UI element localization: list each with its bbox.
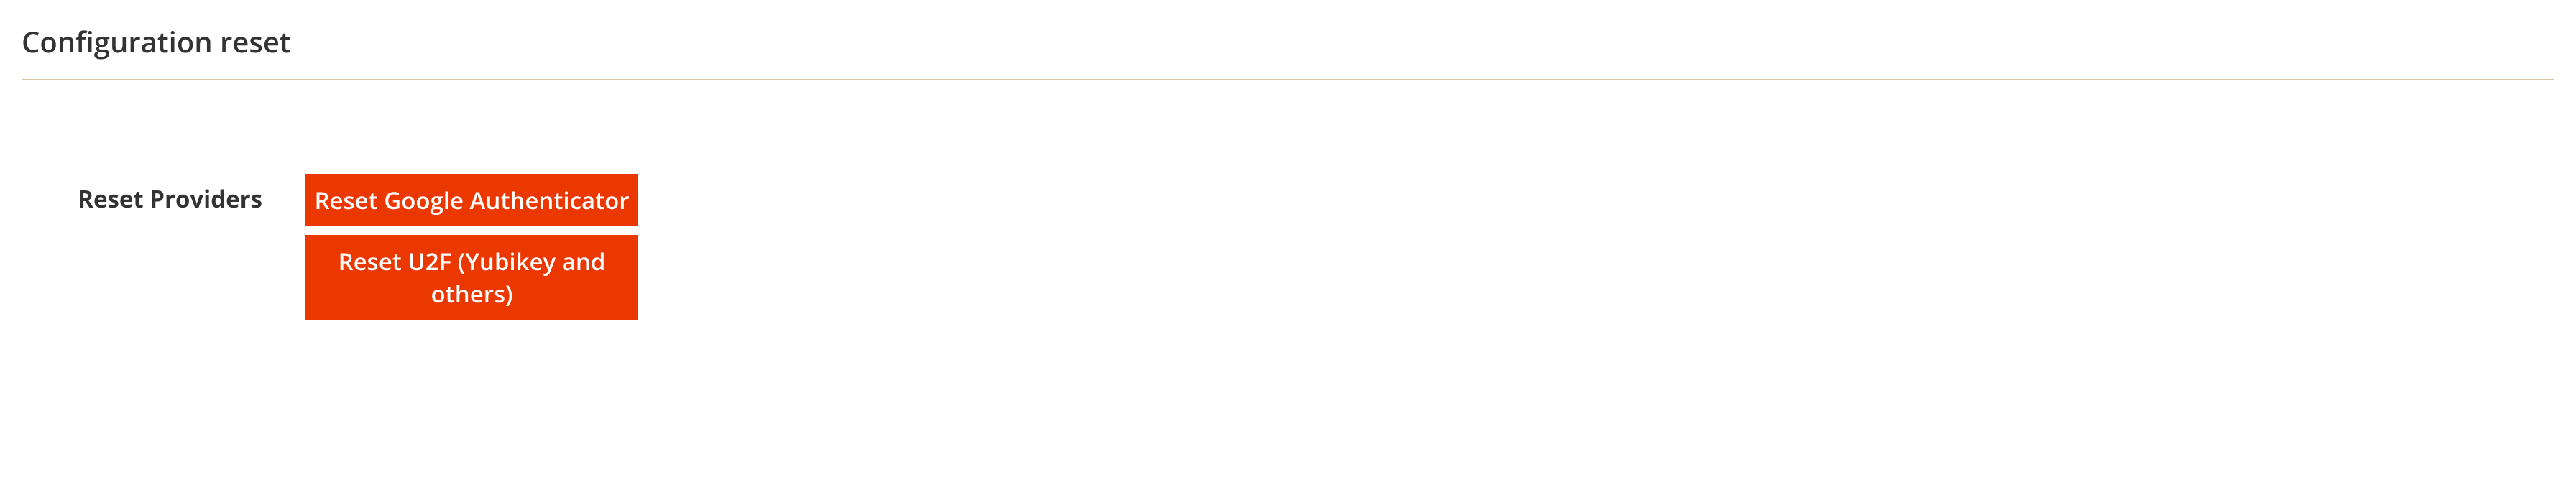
- configuration-reset-section: Configuration reset Reset Providers Rese…: [0, 0, 2576, 320]
- form-content: Reset Providers Reset Google Authenticat…: [22, 80, 2554, 320]
- reset-buttons-group: Reset Google Authenticator Reset U2F (Yu…: [305, 174, 638, 320]
- reset-providers-label: Reset Providers: [22, 174, 305, 215]
- reset-providers-row: Reset Providers Reset Google Authenticat…: [22, 174, 2554, 320]
- reset-u2f-button[interactable]: Reset U2F (Yubikey and others): [305, 235, 638, 320]
- reset-google-authenticator-button[interactable]: Reset Google Authenticator: [305, 174, 638, 226]
- section-title: Configuration reset: [22, 0, 2554, 80]
